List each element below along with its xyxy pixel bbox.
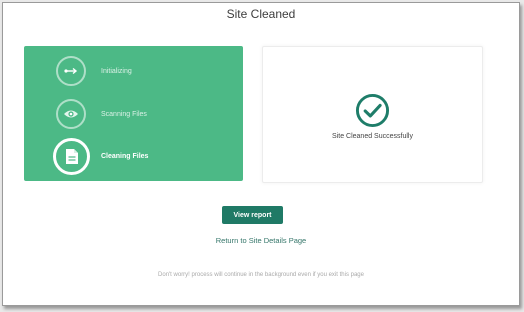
page-title: Site Cleaned xyxy=(226,7,296,21)
result-panel: Site Cleaned Successfully xyxy=(262,46,483,183)
view-report-button[interactable]: View report xyxy=(222,206,283,224)
return-to-site-details-link[interactable]: Return to Site Details Page xyxy=(3,236,519,245)
check-circle-icon xyxy=(355,93,390,128)
step-initializing-circle xyxy=(56,56,86,86)
step-cleaning-label: Cleaning Files xyxy=(101,153,149,160)
progress-steps-panel: Initializing Scanning Files Cleaning Fil… xyxy=(24,46,243,181)
result-message: Site Cleaned Successfully xyxy=(332,133,413,140)
eye-icon xyxy=(64,110,78,118)
step-scanning-label: Scanning Files xyxy=(101,111,147,118)
dialog-window: Site Cleaned Initializing Scanning Files… xyxy=(2,2,520,306)
background-process-note: Don't worry! process will continue in th… xyxy=(158,272,364,278)
arrows-horizontal-icon xyxy=(64,67,78,75)
step-scanning-circle xyxy=(56,99,86,129)
step-initializing-label: Initializing xyxy=(101,68,132,75)
document-icon xyxy=(65,149,78,164)
step-cleaning-circle xyxy=(53,138,90,175)
